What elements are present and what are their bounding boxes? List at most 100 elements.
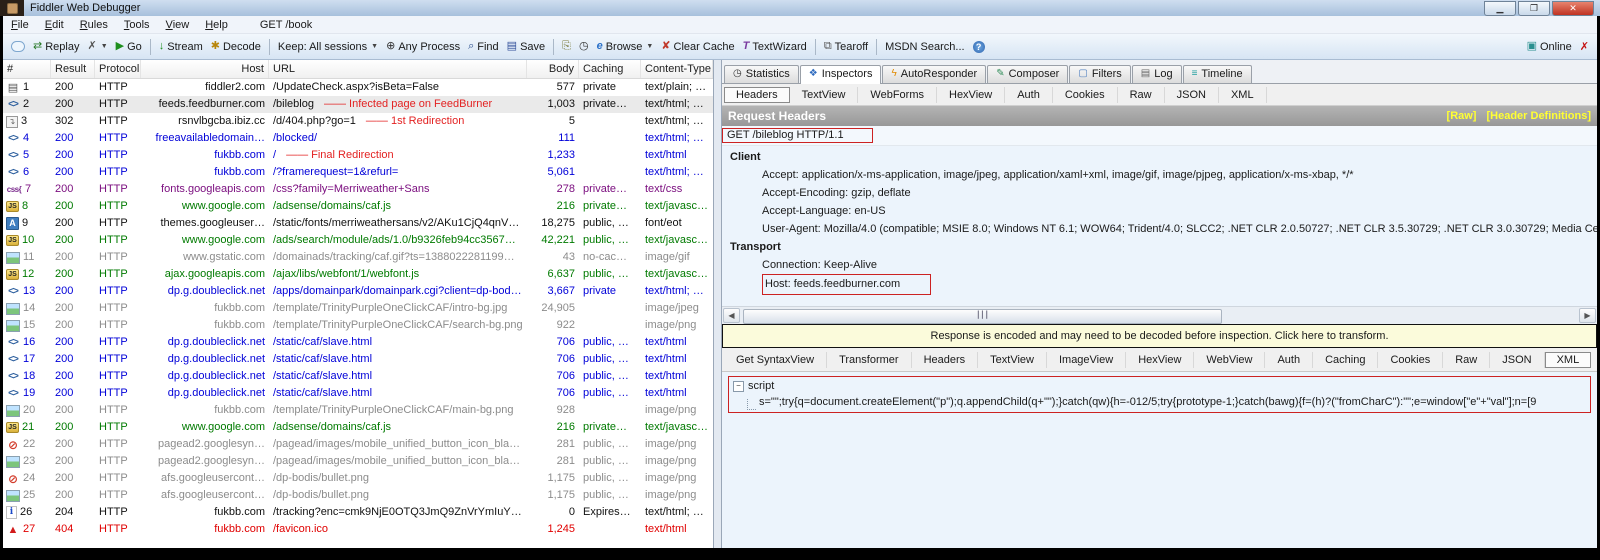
session-row[interactable]: ▤1200HTTPfiddler2.com/UpdateCheck.aspx?i… — [3, 79, 713, 96]
toolbar-stream-button[interactable]: ↓Stream — [155, 39, 207, 55]
toolbar-msdn-search-button[interactable]: MSDN Search... — [881, 39, 968, 55]
close-button[interactable]: ✕ — [1552, 1, 1594, 16]
xml-tree-child[interactable]: s="";try{q=document.createElement("p");q… — [733, 394, 1586, 410]
session-row[interactable]: ⊘24200HTTPafs.googleusercont…/dp-bodis/b… — [3, 470, 713, 487]
menu-item-get-book[interactable]: GET /book — [252, 18, 320, 32]
minimize-button[interactable]: ▁ — [1484, 1, 1516, 16]
request-tab-headers[interactable]: Headers — [724, 87, 790, 103]
response-tab-webview[interactable]: WebView — [1194, 352, 1265, 368]
response-tab-hexview[interactable]: HexView — [1126, 352, 1194, 368]
session-row[interactable]: <>18200HTTPdp.g.doubleclick.net/static/c… — [3, 368, 713, 385]
session-row[interactable]: css{7200HTTPfonts.googleapis.com/css?fam… — [3, 181, 713, 198]
session-row[interactable]: 20200HTTPfukbb.com/template/TrinityPurpl… — [3, 402, 713, 419]
response-tab-json[interactable]: JSON — [1490, 352, 1544, 368]
toolbar-timer-button[interactable]: ◷ — [575, 39, 593, 54]
session-row[interactable]: JS12200HTTPajax.googleapis.com/ajax/libs… — [3, 266, 713, 283]
request-tab-json[interactable]: JSON — [1165, 87, 1219, 103]
menu-item-rules[interactable]: Rules — [72, 18, 116, 32]
tab-log[interactable]: ▤Log — [1132, 65, 1182, 83]
response-tab-headers[interactable]: Headers — [912, 352, 979, 368]
column-header-result[interactable]: Result — [51, 60, 95, 78]
collapse-icon[interactable]: − — [733, 381, 744, 392]
response-tab-caching[interactable]: Caching — [1313, 352, 1378, 368]
raw-link[interactable]: [Raw] — [1447, 110, 1477, 122]
restore-button[interactable]: ❐ — [1518, 1, 1550, 16]
toolbar-find-button[interactable]: ⌕Find — [464, 39, 503, 55]
session-row[interactable]: <>13200HTTPdp.g.doubleclick.net/apps/dom… — [3, 283, 713, 300]
tab-inspectors[interactable]: ❖Inspectors — [800, 65, 882, 84]
session-row[interactable]: 15200HTTPfukbb.com/template/TrinityPurpl… — [3, 317, 713, 334]
request-tab-hexview[interactable]: HexView — [937, 87, 1005, 103]
toolbar-replay-button[interactable]: ⇄Replay — [29, 39, 83, 55]
session-row[interactable]: JS8200HTTPwww.google.com/adsense/domains… — [3, 198, 713, 215]
request-tab-cookies[interactable]: Cookies — [1053, 87, 1118, 103]
request-tab-auth[interactable]: Auth — [1005, 87, 1053, 103]
tab-timeline[interactable]: ≡Timeline — [1183, 65, 1252, 83]
session-row[interactable]: 23200HTTPpagead2.googlesyn…/pagead/image… — [3, 453, 713, 470]
scroll-right-arrow[interactable]: ▶ — [1579, 308, 1596, 323]
column-header-protocol[interactable]: Protocol — [95, 60, 141, 78]
menu-item-edit[interactable]: Edit — [37, 18, 72, 32]
menu-item-tools[interactable]: Tools — [116, 18, 158, 32]
response-tab-transformer[interactable]: Transformer — [827, 352, 912, 368]
session-row[interactable]: ↴3302HTTPrsnvlbgcba.ibiz.cc/d/404.php?go… — [3, 113, 713, 130]
column-header-url[interactable]: URL — [269, 60, 527, 78]
session-row[interactable]: A9200HTTPthemes.googleuser…/static/fonts… — [3, 215, 713, 232]
online-indicator[interactable]: ▣ Online — [1523, 39, 1576, 55]
response-tab-raw[interactable]: Raw — [1443, 352, 1490, 368]
toolbar-keep-sessions-button[interactable]: Keep: All sessions▼ — [274, 39, 382, 55]
tab-statistics[interactable]: ◷Statistics — [724, 65, 799, 83]
toolbar-clear-cache-button[interactable]: ✘Clear Cache — [657, 39, 738, 55]
scroll-left-arrow[interactable]: ◀ — [723, 308, 740, 323]
toolbar-close-button[interactable]: ✗ — [1576, 38, 1593, 55]
tab-composer[interactable]: ✎Composer — [987, 65, 1068, 83]
column-header-body[interactable]: Body — [527, 60, 579, 78]
toolbar-tearoff-button[interactable]: ⧉Tearoff — [820, 39, 872, 55]
toolbar-browse-button[interactable]: eBrowse▼ — [593, 39, 658, 55]
toolbar-any-process-button[interactable]: ⊕Any Process — [382, 39, 464, 55]
tab-autoresponder[interactable]: ϟAutoResponder — [882, 65, 986, 83]
response-encoded-notice[interactable]: Response is encoded and may need to be d… — [722, 324, 1597, 348]
session-row[interactable]: <>16200HTTPdp.g.doubleclick.net/static/c… — [3, 334, 713, 351]
session-row[interactable]: <>19200HTTPdp.g.doubleclick.net/static/c… — [3, 385, 713, 402]
session-row[interactable]: ▲27404HTTPfukbb.com/favicon.ico1,245text… — [3, 521, 713, 538]
toolbar-textwizard-button[interactable]: TTextWizard — [739, 39, 811, 55]
response-tab-auth[interactable]: Auth — [1265, 352, 1313, 368]
header-definitions-link[interactable]: [Header Definitions] — [1486, 110, 1591, 122]
session-row[interactable]: <>4200HTTPfreeavailabledomain…/blocked/1… — [3, 130, 713, 147]
tab-filters[interactable]: ▢Filters — [1069, 65, 1130, 83]
response-tab-get-syntaxview[interactable]: Get SyntaxView — [724, 352, 827, 368]
column-header-contenttype[interactable]: Content-Type — [641, 60, 713, 78]
session-row[interactable]: ⊘22200HTTPpagead2.googlesyn…/pagead/imag… — [3, 436, 713, 453]
response-tab-imageview[interactable]: ImageView — [1047, 352, 1126, 368]
session-row[interactable]: 14200HTTPfukbb.com/template/TrinityPurpl… — [3, 300, 713, 317]
request-tab-webforms[interactable]: WebForms — [858, 87, 937, 103]
request-tab-textview[interactable]: TextView — [790, 87, 859, 103]
toolbar-go-button[interactable]: ▶Go — [112, 39, 146, 55]
panel-splitter[interactable] — [714, 60, 722, 548]
request-horizontal-scrollbar[interactable]: ◀ ┃┃┃ ▶ — [722, 306, 1597, 324]
toolbar-attach-button[interactable]: ⎘ — [558, 39, 575, 54]
column-header-host[interactable]: Host — [141, 60, 269, 78]
toolbar-comment-button[interactable] — [7, 39, 29, 54]
toolbar-help-button[interactable]: ? — [969, 39, 989, 55]
toolbar-decode-button[interactable]: ✱Decode — [207, 39, 265, 55]
toolbar-delete-button[interactable]: ✗▼ — [83, 39, 111, 54]
response-tab-xml[interactable]: XML — [1545, 352, 1592, 368]
session-row[interactable]: <>2200HTTPfeeds.feedburner.com/bileblog—… — [3, 96, 713, 113]
session-row[interactable]: JS10200HTTPwww.google.com/ads/search/mod… — [3, 232, 713, 249]
menu-item-help[interactable]: Help — [197, 18, 236, 32]
scroll-track[interactable]: ┃┃┃ — [741, 309, 1578, 322]
menu-item-view[interactable]: View — [158, 18, 198, 32]
session-row[interactable]: <>5200HTTPfukbb.com/—— Final Redirection… — [3, 147, 713, 164]
session-row[interactable]: 25200HTTPafs.googleusercont…/dp-bodis/bu… — [3, 487, 713, 504]
request-tab-raw[interactable]: Raw — [1118, 87, 1165, 103]
column-header-#[interactable]: # — [3, 60, 51, 78]
session-row[interactable]: <>6200HTTPfukbb.com/?framerequest=1&refu… — [3, 164, 713, 181]
session-row[interactable]: JS21200HTTPwww.google.com/adsense/domain… — [3, 419, 713, 436]
toolbar-save-button[interactable]: ▤Save — [503, 39, 549, 55]
session-row[interactable]: <>17200HTTPdp.g.doubleclick.net/static/c… — [3, 351, 713, 368]
request-tab-xml[interactable]: XML — [1219, 87, 1267, 103]
menu-item-file[interactable]: File — [3, 18, 37, 32]
response-tab-textview[interactable]: TextView — [978, 352, 1047, 368]
